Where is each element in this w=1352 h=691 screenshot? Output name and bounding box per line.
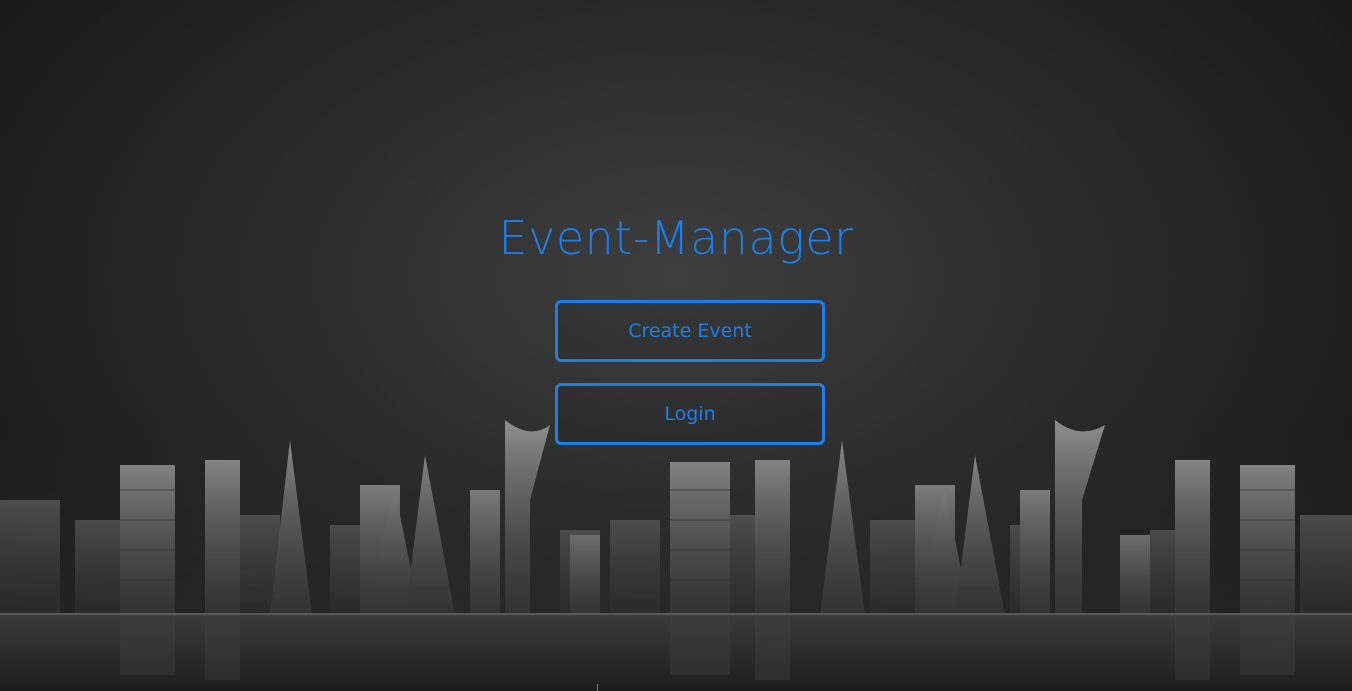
create-event-button[interactable]: Create Event	[555, 300, 825, 362]
create-event-label: Create Event	[628, 320, 752, 342]
landing-page: Event-Manager Create Event Login	[0, 0, 1352, 691]
page-title: Event-Manager	[498, 211, 854, 265]
bottom-divider	[597, 684, 598, 691]
login-label: Login	[664, 403, 716, 425]
login-button[interactable]: Login	[555, 383, 825, 445]
